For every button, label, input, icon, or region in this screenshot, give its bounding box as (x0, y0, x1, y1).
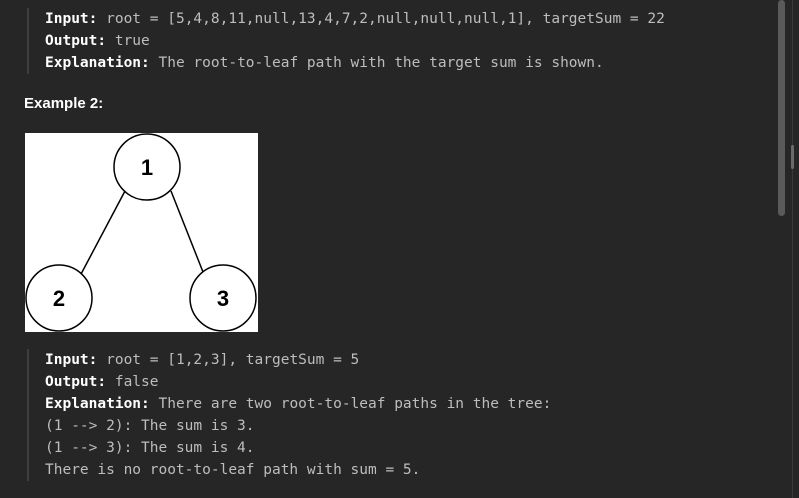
input-value: root = [5,4,8,11,null,13,4,7,2,null,null… (97, 11, 665, 27)
explanation-detail-line: There is no root-to-leaf path with sum =… (45, 462, 421, 478)
output-label: Output: (45, 374, 107, 390)
example-1-block: Input: root = [5,4,8,11,null,13,4,7,2,nu… (27, 8, 665, 74)
example-1-input-line: Input: root = [5,4,8,11,null,13,4,7,2,nu… (45, 8, 665, 30)
tree-edge-1-3 (170, 190, 204, 273)
tree-edge-1-2 (79, 190, 126, 277)
example-2-tree-image: 1 2 3 (25, 133, 258, 332)
explanation-value: The root-to-leaf path with the target su… (149, 55, 604, 71)
example-2-block: Input: root = [1,2,3], targetSum = 5 Out… (27, 349, 551, 481)
tree-node-3-label: 3 (217, 286, 229, 311)
example-2-input-line: Input: root = [1,2,3], targetSum = 5 (45, 349, 551, 371)
example-1-explanation-line: Explanation: The root-to-leaf path with … (45, 52, 665, 74)
explanation-detail-line: (1 --> 3): The sum is 4. (45, 440, 255, 456)
input-value: root = [1,2,3], targetSum = 5 (97, 352, 360, 368)
explanation-label: Explanation: (45, 396, 150, 412)
panel-resize-handle[interactable] (791, 145, 794, 169)
panel-divider[interactable] (792, 0, 793, 498)
tree-node-2-label: 2 (53, 286, 65, 311)
example-2-title: Example 2: (24, 95, 104, 112)
example-1-output-line: Output: true (45, 30, 665, 52)
tree-node-1-label: 1 (141, 155, 153, 180)
output-value: true (106, 33, 150, 49)
example-2-output-line: Output: false (45, 371, 551, 393)
input-label: Input: (45, 11, 98, 27)
explanation-detail-line: (1 --> 2): The sum is 3. (45, 418, 255, 434)
tree-diagram: 1 2 3 (25, 133, 257, 332)
problem-description-panel: Input: root = [5,4,8,11,null,13,4,7,2,nu… (0, 0, 799, 498)
example-2-explanation-line: Explanation: There are two root-to-leaf … (45, 393, 551, 415)
output-value: false (106, 374, 159, 390)
explanation-label: Explanation: (45, 55, 150, 71)
output-label: Output: (45, 33, 107, 49)
explanation-value: There are two root-to-leaf paths in the … (149, 396, 552, 412)
scrollbar-thumb[interactable] (778, 0, 785, 216)
input-label: Input: (45, 352, 98, 368)
